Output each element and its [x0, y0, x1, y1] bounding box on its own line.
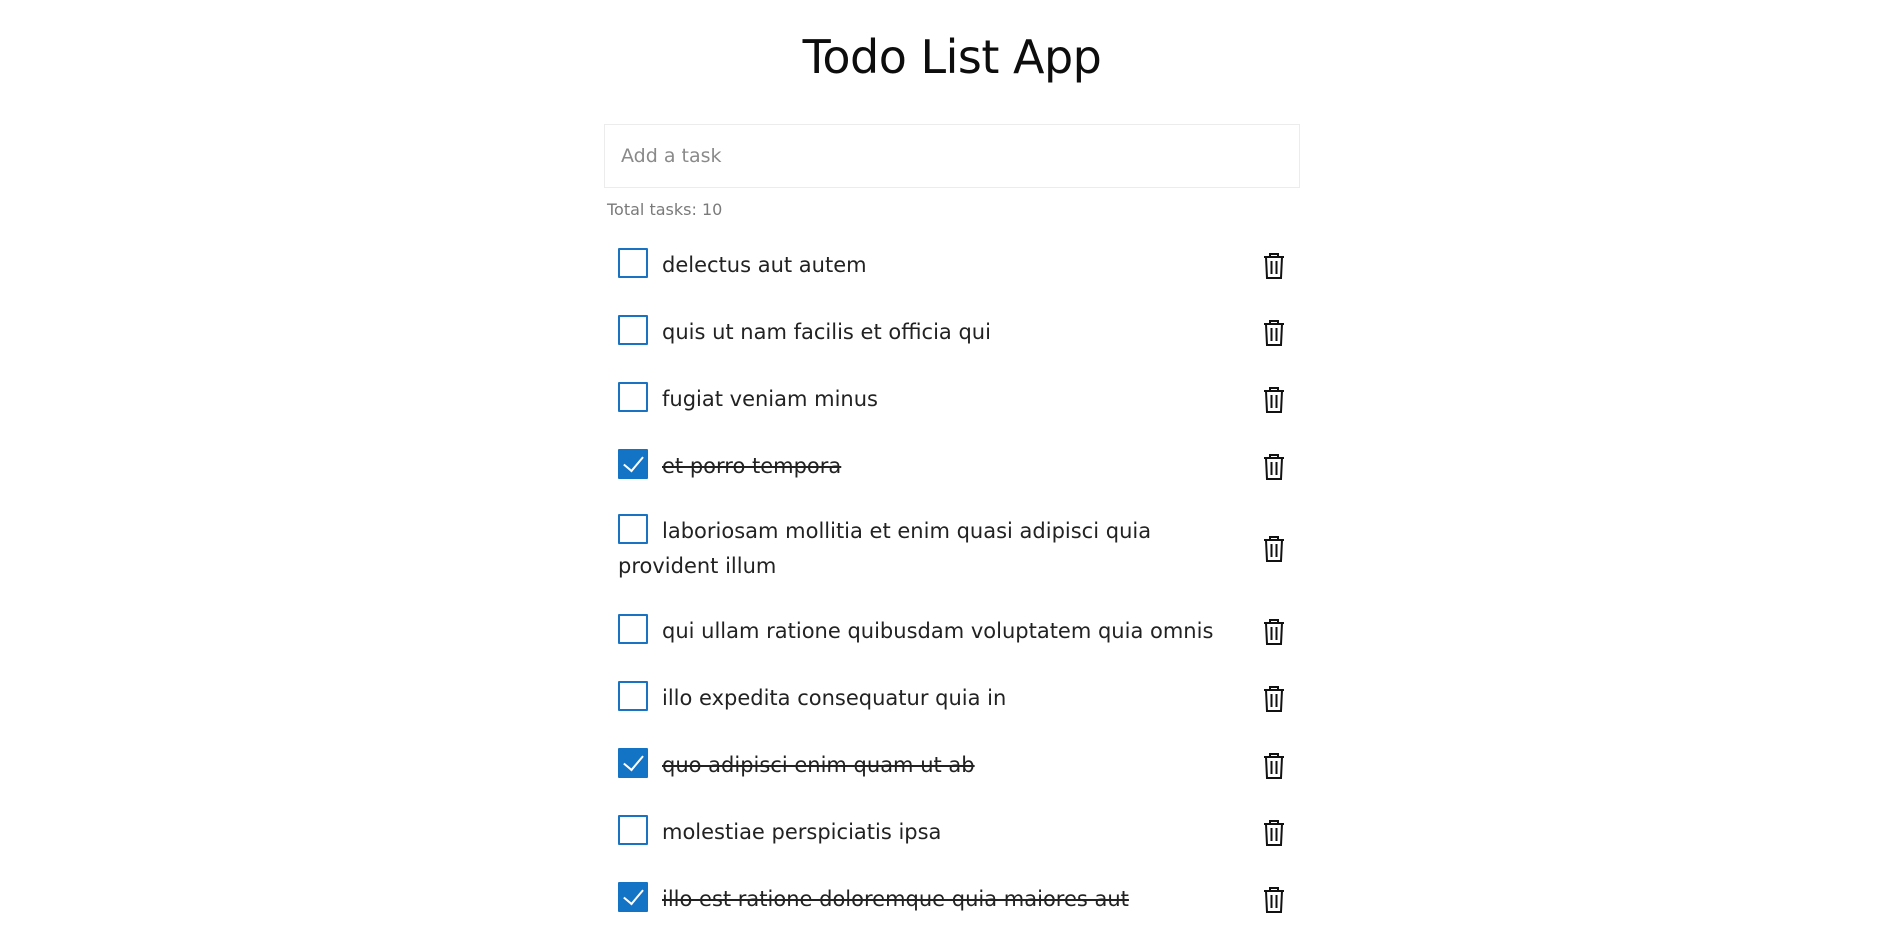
task-item: illo expedita consequatur quia in	[604, 665, 1300, 732]
task-item: et porro tempora	[604, 433, 1300, 500]
task-text: fugiat veniam minus	[662, 387, 878, 411]
trash-icon[interactable]	[1262, 685, 1286, 713]
task-text: quo adipisci enim quam ut ab	[662, 753, 975, 777]
total-tasks-count: Total tasks: 10	[607, 200, 723, 219]
trash-icon[interactable]	[1262, 618, 1286, 646]
task-text: laboriosam mollitia et enim quasi adipis…	[618, 519, 1152, 578]
task-list: delectus aut autem quis ut nam facilis e…	[604, 232, 1300, 933]
task-checkbox-checked[interactable]	[618, 449, 648, 479]
task-checkbox[interactable]	[618, 815, 648, 845]
task-item: delectus aut autem	[604, 232, 1300, 299]
task-checkbox[interactable]	[618, 614, 648, 644]
add-task-input[interactable]	[604, 124, 1300, 188]
task-text: illo expedita consequatur quia in	[662, 686, 1007, 710]
trash-icon[interactable]	[1262, 886, 1286, 914]
task-item: laboriosam mollitia et enim quasi adipis…	[604, 500, 1300, 598]
trash-icon[interactable]	[1262, 752, 1286, 780]
page-title: Todo List App	[802, 30, 1102, 84]
task-text: illo est ratione doloremque quia maiores…	[662, 887, 1129, 911]
task-text: quis ut nam facilis et officia qui	[662, 320, 991, 344]
task-checkbox-checked[interactable]	[618, 882, 648, 912]
trash-icon[interactable]	[1262, 453, 1286, 481]
task-checkbox-checked[interactable]	[618, 748, 648, 778]
task-item: quo adipisci enim quam ut ab	[604, 732, 1300, 799]
task-checkbox[interactable]	[618, 248, 648, 278]
task-item: molestiae perspiciatis ipsa	[604, 799, 1300, 866]
task-text: delectus aut autem	[662, 253, 867, 277]
task-checkbox[interactable]	[618, 382, 648, 412]
trash-icon[interactable]	[1262, 252, 1286, 280]
task-item: illo est ratione doloremque quia maiores…	[604, 866, 1300, 933]
task-text: et porro tempora	[662, 454, 842, 478]
trash-icon[interactable]	[1262, 319, 1286, 347]
task-text: molestiae perspiciatis ipsa	[662, 820, 942, 844]
task-checkbox[interactable]	[618, 315, 648, 345]
trash-icon[interactable]	[1262, 535, 1286, 563]
trash-icon[interactable]	[1262, 386, 1286, 414]
task-item: quis ut nam facilis et officia qui	[604, 299, 1300, 366]
trash-icon[interactable]	[1262, 819, 1286, 847]
task-item: fugiat veniam minus	[604, 366, 1300, 433]
task-item: qui ullam ratione quibusdam voluptatem q…	[604, 598, 1300, 665]
task-checkbox[interactable]	[618, 514, 648, 544]
task-text: qui ullam ratione quibusdam voluptatem q…	[662, 619, 1214, 643]
task-checkbox[interactable]	[618, 681, 648, 711]
